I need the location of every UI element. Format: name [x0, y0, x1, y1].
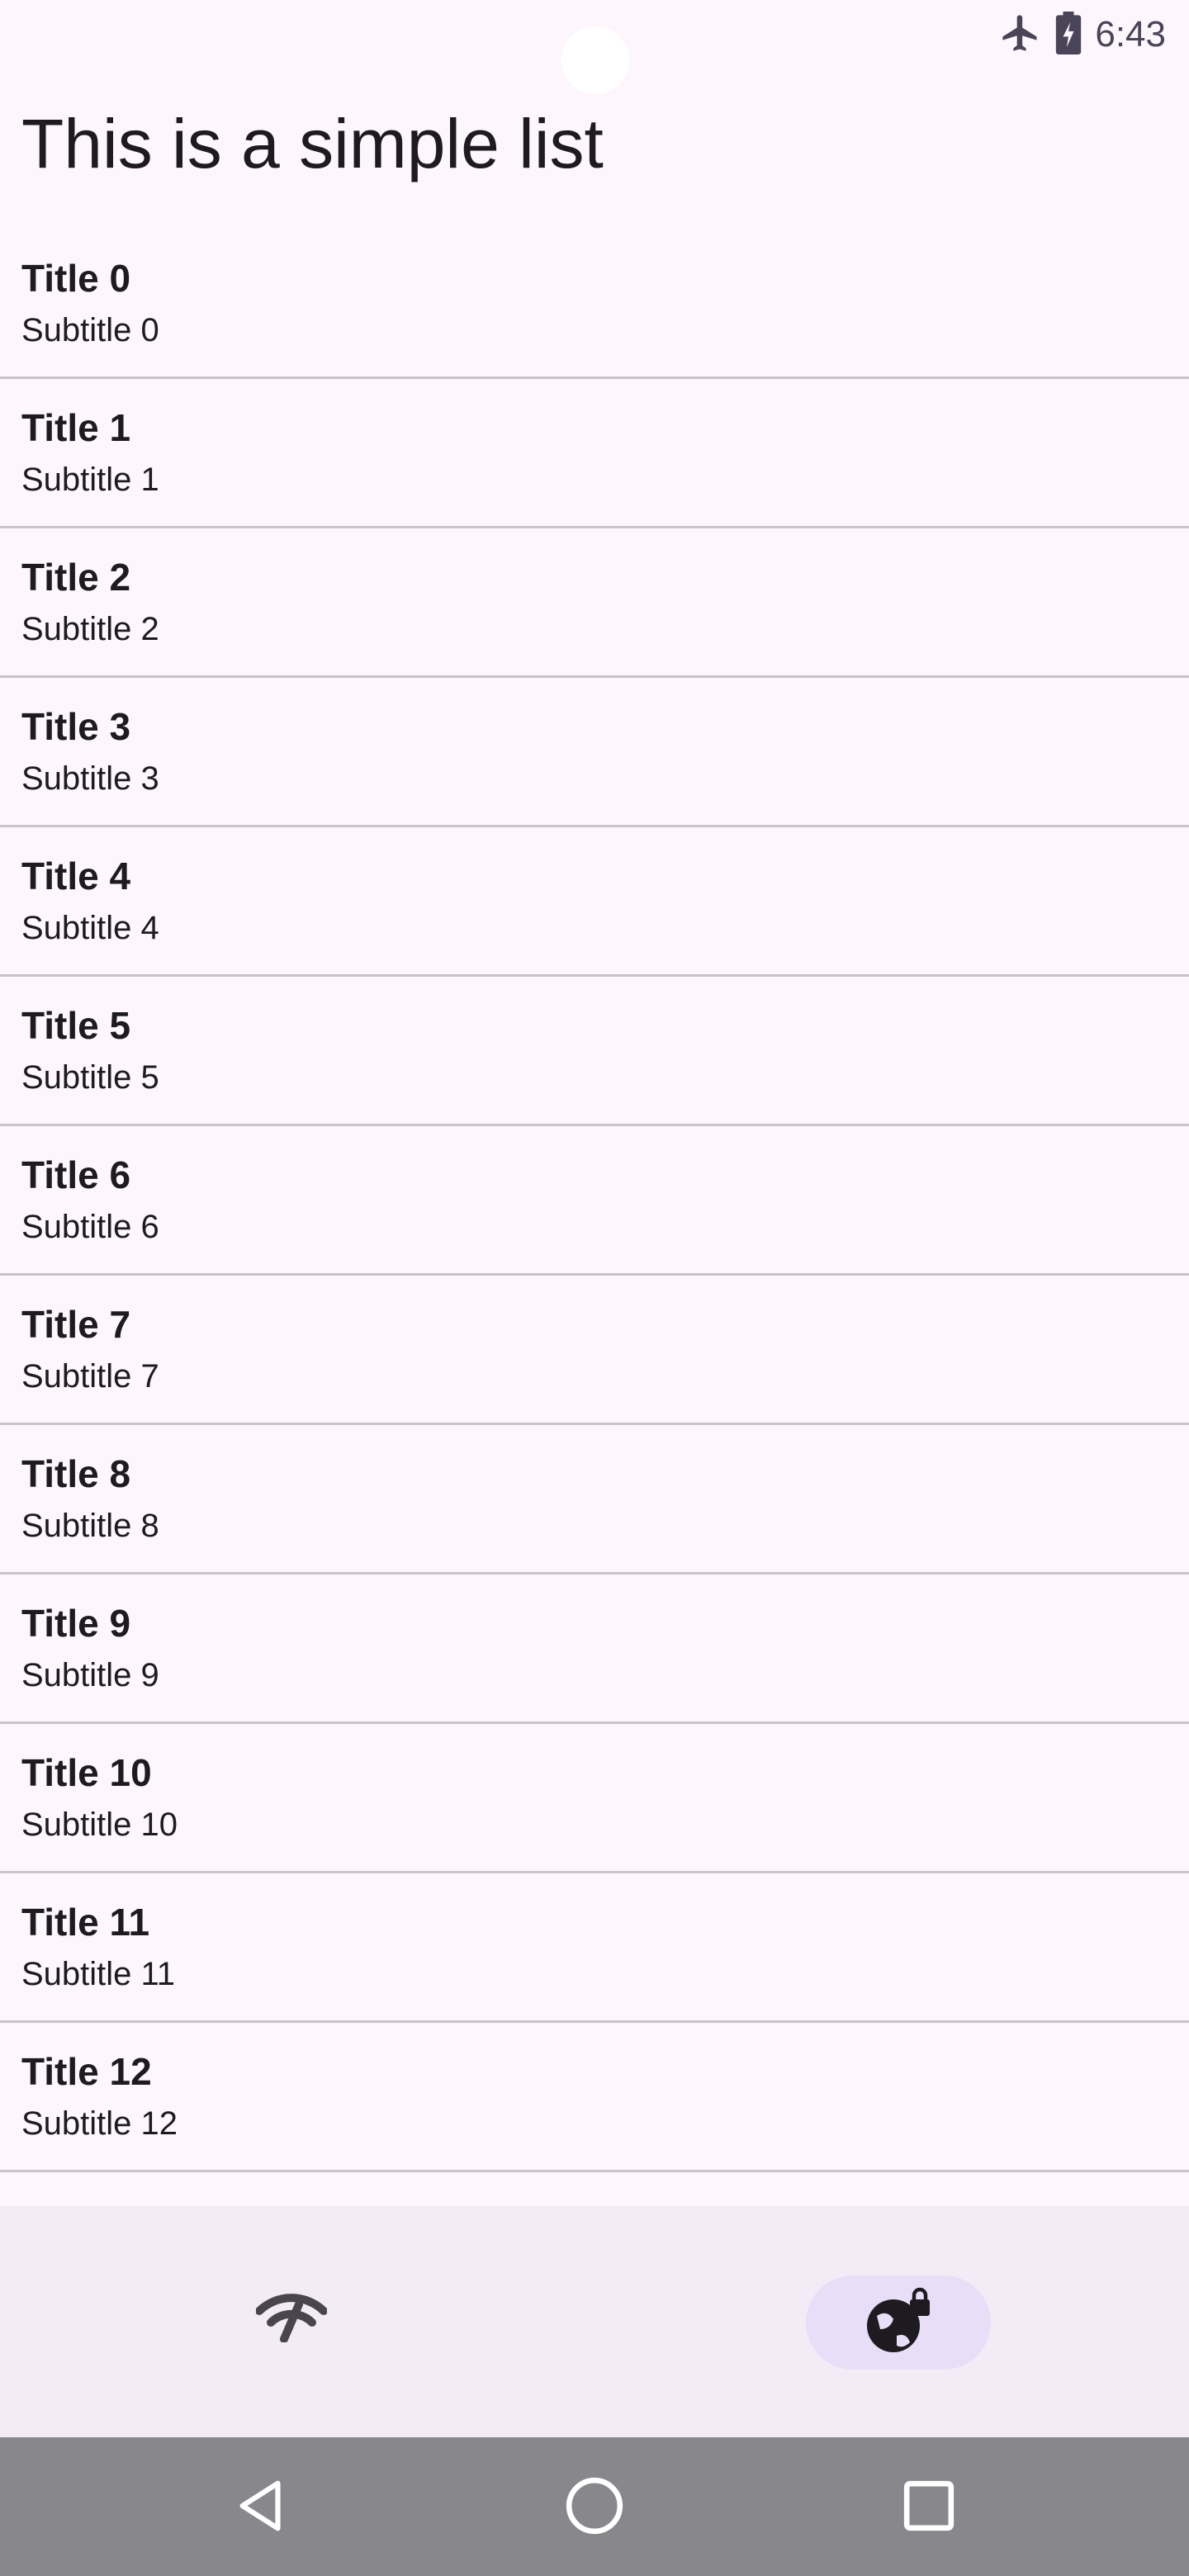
back-button[interactable]	[216, 2462, 307, 2553]
list-item-subtitle: Subtitle 0	[21, 312, 159, 348]
vpn-globe-lock-icon	[864, 2286, 933, 2360]
list-item[interactable]: Title 9 Subtitle 9	[0, 1574, 1189, 1724]
list-item-title: Title 7	[21, 1303, 131, 1346]
list-item-subtitle: Subtitle 4	[21, 910, 159, 946]
list-item[interactable]: Title 5 Subtitle 5	[0, 977, 1189, 1126]
list-item-subtitle: Subtitle 3	[21, 760, 159, 797]
list-item-subtitle: Subtitle 7	[21, 1358, 159, 1395]
nav-item-wifi-off[interactable]	[236, 2272, 347, 2366]
list-item-subtitle: Subtitle 2	[21, 611, 159, 647]
list-item[interactable]: Title 6 Subtitle 6	[0, 1126, 1189, 1276]
list-item-title: Title 9	[21, 1602, 131, 1645]
list-item[interactable]: Title 3 Subtitle 3	[0, 678, 1189, 827]
list-item[interactable]: Title 1 Subtitle 1	[0, 379, 1189, 528]
status-time: 6:43	[1095, 14, 1166, 54]
list-item-subtitle: Subtitle 6	[21, 1209, 159, 1245]
list-item[interactable]: Title 4 Subtitle 4	[0, 827, 1189, 977]
list-item-title: Title 6	[21, 1153, 131, 1196]
list-item[interactable]: Title 0 Subtitle 0	[0, 230, 1189, 379]
list-item-subtitle: Subtitle 11	[21, 1956, 176, 1992]
list-item-title: Title 2	[21, 556, 131, 599]
wifi-off-icon	[255, 2293, 328, 2346]
list-item-title: Title 12	[21, 2050, 152, 2093]
list-item-title: Title 0	[21, 257, 131, 300]
list-item-title: Title 13	[21, 2199, 152, 2206]
system-navigation-bar	[0, 2437, 1189, 2576]
list-item-title: Title 8	[21, 1452, 131, 1495]
recents-button[interactable]	[883, 2462, 974, 2553]
back-icon	[233, 2477, 291, 2539]
list-item-subtitle: Subtitle 8	[21, 1508, 159, 1544]
bottom-navigation-bar	[0, 2206, 1189, 2437]
list-item-subtitle: Subtitle 1	[21, 462, 159, 498]
status-bar: 6:43	[0, 0, 1189, 94]
list-item-title: Title 1	[21, 406, 131, 449]
list-item[interactable]: Title 2 Subtitle 2	[0, 528, 1189, 678]
list-item-title: Title 10	[21, 1751, 152, 1794]
list-item-title: Title 11	[21, 1901, 150, 1944]
list-item[interactable]: Title 11 Subtitle 11	[0, 1873, 1189, 2023]
home-button[interactable]	[549, 2462, 640, 2553]
list-item-title: Title 4	[21, 855, 131, 897]
status-icons: 6:43	[999, 8, 1166, 61]
battery-charging-icon	[1054, 11, 1083, 59]
simple-list[interactable]: Title 0 Subtitle 0 Title 1 Subtitle 1 Title …	[0, 230, 1189, 2206]
list-item[interactable]: Title 13	[0, 2172, 1189, 2206]
list-item-title: Title 3	[21, 705, 131, 748]
camera-cutout	[561, 26, 629, 94]
list-item-subtitle: Subtitle 9	[21, 1657, 159, 1693]
list-item-subtitle: Subtitle 10	[21, 1807, 178, 1843]
list-item[interactable]: Title 8 Subtitle 8	[0, 1425, 1189, 1574]
list-item-title: Title 5	[21, 1004, 131, 1047]
list-item-subtitle: Subtitle 12	[21, 2105, 178, 2142]
list-item[interactable]: Title 12 Subtitle 12	[0, 2023, 1189, 2172]
home-icon	[564, 2475, 625, 2540]
list-item[interactable]: Title 10 Subtitle 10	[0, 1724, 1189, 1873]
list-item[interactable]: Title 7 Subtitle 7	[0, 1276, 1189, 1425]
page-title: This is a simple list	[21, 105, 604, 182]
list-item-subtitle: Subtitle 5	[21, 1059, 159, 1096]
airplane-mode-icon	[999, 12, 1042, 59]
recents-icon	[902, 2479, 956, 2537]
nav-item-vpn[interactable]	[806, 2275, 991, 2370]
